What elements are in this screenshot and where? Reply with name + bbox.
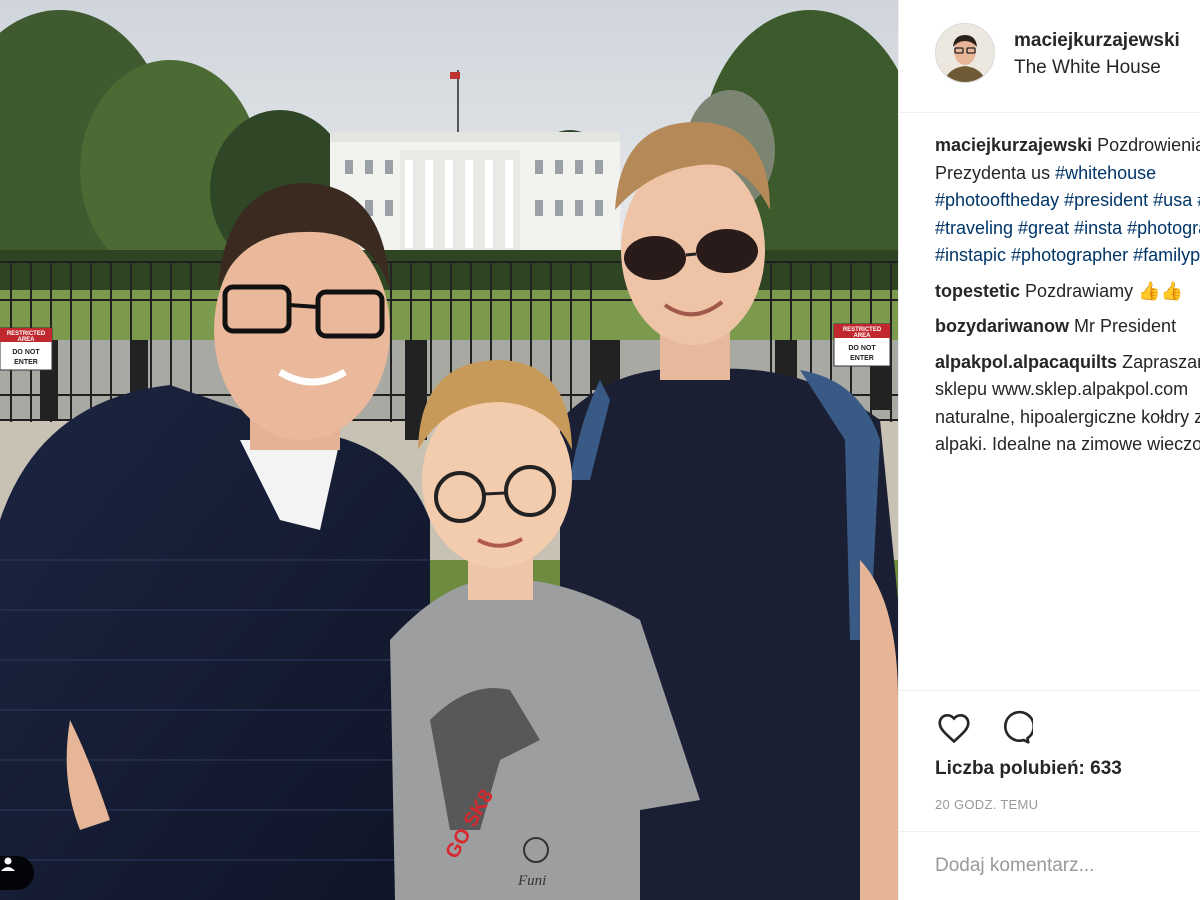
- comment-item: bozydariwanow Mr President: [935, 313, 1200, 341]
- comment-username[interactable]: topestetic: [935, 281, 1020, 301]
- add-comment-input[interactable]: [933, 848, 1187, 884]
- post-username[interactable]: maciejkurzajewski: [1014, 30, 1180, 52]
- restricted-sign-right: RESTRICTED AREA DO NOT ENTER: [833, 323, 891, 367]
- comments-list: maciejkurzajewski Pozdrowienia od Prezyd…: [935, 132, 1200, 467]
- comment-item: alpakpol.alpacaquilts Zapraszamy do skle…: [935, 349, 1200, 459]
- avatar[interactable]: [935, 23, 995, 83]
- post-actions: Liczba polubień: 633 20 GODZ. TEMU: [899, 690, 1200, 900]
- speech-bubble-icon[interactable]: [995, 709, 1036, 747]
- sign-right-line4: ENTER: [850, 355, 874, 362]
- comment-text: Mr President: [1074, 316, 1177, 336]
- comment-username[interactable]: bozydariwanow: [935, 316, 1069, 336]
- photo-scene: RESTRICTED AREA DO NOT ENTER RESTRICTED …: [0, 0, 898, 900]
- shirt-brand: Funi: [517, 873, 546, 889]
- post-sidebar: maciejkurzajewski The White House maciej…: [898, 0, 1200, 900]
- person-icon[interactable]: [0, 856, 34, 890]
- comment-item: topestetic Pozdrawiamy 👍👍: [935, 278, 1200, 306]
- restricted-sign-left: RESTRICTED AREA DO NOT ENTER: [0, 327, 53, 371]
- heart-icon[interactable]: [935, 709, 973, 747]
- caption-username[interactable]: maciejkurzajewski: [935, 135, 1092, 155]
- sign-left-line3: DO NOT: [12, 349, 40, 356]
- likes-count[interactable]: Liczba polubień: 633: [935, 758, 1122, 780]
- sign-right-line2: AREA: [853, 333, 871, 339]
- add-comment-area: [899, 831, 1200, 900]
- caption: maciejkurzajewski Pozdrowienia od Prezyd…: [935, 132, 1200, 270]
- sign-left-line4: ENTER: [14, 359, 38, 366]
- post-location[interactable]: The White House: [1014, 57, 1161, 79]
- sign-left-line2: AREA: [17, 337, 35, 343]
- post-timestamp[interactable]: 20 GODZ. TEMU: [935, 797, 1038, 812]
- avatar-image: [936, 24, 994, 82]
- sign-right-line3: DO NOT: [848, 345, 876, 352]
- post-header: maciejkurzajewski The White House: [899, 0, 1200, 113]
- comment-username[interactable]: alpakpol.alpacaquilts: [935, 352, 1117, 372]
- comment-text: Pozdrawiamy 👍👍: [1025, 280, 1183, 301]
- post-photo[interactable]: RESTRICTED AREA DO NOT ENTER RESTRICTED …: [0, 0, 898, 900]
